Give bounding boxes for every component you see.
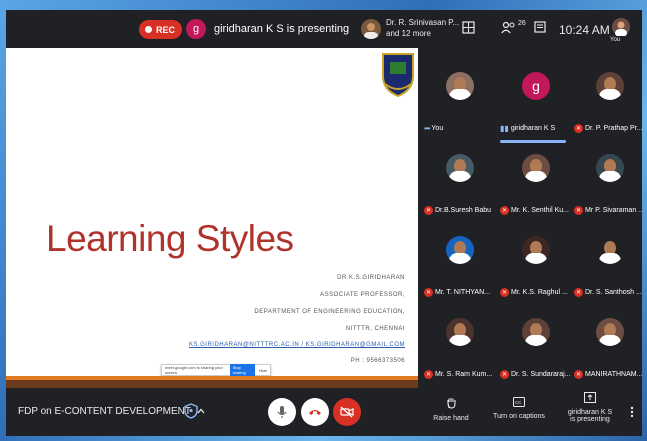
slide-department: DEPARTMENT OF ENGINEERING EDUCATION, — [254, 309, 405, 315]
participant-name: Dr. S. Sundararaj... — [511, 371, 570, 378]
clock: 10:24 AM — [559, 23, 610, 37]
participant-avatar — [596, 154, 624, 182]
slide-footer-band — [6, 376, 418, 388]
participant-avatar — [522, 236, 550, 264]
hide-share-bar-button[interactable]: Hide — [259, 368, 267, 373]
rec-label: REC — [156, 24, 176, 35]
mic-off-icon: ✕ — [574, 370, 583, 379]
institute-logo — [379, 50, 417, 98]
participant-avatar — [596, 236, 624, 264]
participant-tile[interactable]: g ▮▮ giridharan K S — [498, 48, 570, 133]
microphone-icon — [277, 406, 287, 418]
viewer-summary[interactable]: Dr. R. Srinivasan P... and 12 more — [386, 17, 459, 39]
record-dot-icon — [145, 26, 152, 33]
camera-button[interactable] — [333, 398, 361, 426]
captions-icon: CC — [489, 397, 549, 410]
participant-tile[interactable]: ✕ MANIRATHNAM... — [572, 294, 642, 379]
shield-icon[interactable] — [184, 403, 198, 419]
participant-avatar — [446, 318, 474, 346]
layout-icon[interactable] — [462, 21, 475, 37]
participant-tile[interactable]: ✕ Mr. S. Ram Kum... — [422, 294, 494, 379]
top-bar: REC g giridharan K S is presenting Dr. R… — [6, 10, 642, 48]
participant-avatar — [596, 318, 624, 346]
mic-off-icon: ✕ — [424, 370, 433, 379]
participant-tile[interactable]: ✕ Dr. S. Sundararaj... — [498, 294, 570, 379]
bottom-bar: FDP on E-CONTENT DEVELOPMENT Raise hand … — [6, 388, 642, 436]
participant-avatar — [446, 72, 474, 100]
meet-window: REC g giridharan K S is presenting Dr. R… — [6, 10, 642, 436]
present-icon — [562, 392, 618, 406]
self-label: You — [610, 37, 621, 43]
screen-share-bar: meet.google.com is sharing your screen S… — [161, 364, 271, 376]
participant-grid: ••• You g ▮▮ giridharan K S ✕ Dr. P. Prathap P… — [420, 48, 642, 388]
stop-sharing-button[interactable]: Stop sharing — [229, 364, 255, 376]
participant-count: 26 — [518, 20, 526, 27]
microphone-button[interactable] — [268, 398, 296, 426]
participant-avatar: g — [522, 72, 550, 100]
camera-off-icon — [340, 406, 354, 418]
raise-hand-button[interactable]: Raise hand — [426, 397, 476, 422]
participant-tile[interactable]: ✕ Dr. S. Santhosh ... — [572, 212, 642, 297]
participant-tile[interactable]: ✕ Dr.B.Suresh Babu — [422, 130, 494, 215]
chat-icon[interactable] — [534, 21, 546, 37]
meeting-name: FDP on E-CONTENT DEVELOPMENT — [18, 406, 191, 417]
chevron-up-icon — [197, 406, 205, 417]
participant-name: Mr. S. Ram Kum... — [435, 371, 493, 378]
desktop-frame: REC g giridharan K S is presenting Dr. R… — [0, 0, 647, 441]
svg-text:CC: CC — [515, 400, 522, 405]
participant-avatar — [522, 154, 550, 182]
viewer-avatar — [361, 19, 381, 39]
participant-name: MANIRATHNAM... — [585, 371, 642, 378]
leave-call-button[interactable] — [301, 398, 329, 426]
participant-tile[interactable]: ••• You — [422, 48, 494, 133]
mic-off-icon: ✕ — [500, 370, 509, 379]
participant-tile[interactable]: ✕ Mr. K. Senthil Ku... — [498, 130, 570, 215]
participant-avatar — [522, 318, 550, 346]
captions-button[interactable]: CC Turn on captions — [489, 397, 549, 420]
present-now-button[interactable]: giridharan K S is presenting — [562, 392, 618, 423]
presenter-avatar: g — [186, 19, 206, 39]
slide-phone: PH : 9566373506 — [350, 358, 405, 364]
hand-icon — [426, 397, 476, 412]
presenting-status: giridharan K S is presenting — [214, 23, 350, 35]
participant-tile[interactable]: ✕ Mr. T. NITHYAN... — [422, 212, 494, 297]
more-options-icon[interactable] — [630, 406, 634, 421]
slide-emails: KS.GIRIDHARAN@NITTTRC.AC.IN / KS.GIRIDHA… — [188, 342, 405, 348]
participant-avatar — [446, 154, 474, 182]
meeting-details[interactable]: FDP on E-CONTENT DEVELOPMENT — [18, 406, 205, 417]
slide-author: DR.K.S.GIRIDHARAN — [337, 275, 405, 281]
slide-institute: NITTTR, CHENNAI — [345, 326, 405, 332]
participant-avatar — [446, 236, 474, 264]
slide-title: Learning Styles — [46, 218, 294, 259]
self-avatar[interactable] — [612, 18, 630, 37]
participant-tile[interactable]: ✕ Mr P. Sivaraman ... — [572, 130, 642, 215]
people-icon[interactable] — [501, 21, 517, 37]
slide-designation: ASSOCIATE PROFESSOR, — [320, 292, 405, 298]
participant-tile[interactable]: ✕ Mr. K.S. Raghul ... — [498, 212, 570, 297]
hang-up-icon — [309, 410, 321, 415]
shared-screen: Learning Styles DR.K.S.GIRIDHARAN ASSOCI… — [6, 48, 418, 388]
recording-badge[interactable]: REC — [139, 20, 183, 39]
participant-avatar — [596, 72, 624, 100]
participant-tile[interactable]: ✕ Dr. P. Prathap Pr... — [572, 48, 642, 133]
